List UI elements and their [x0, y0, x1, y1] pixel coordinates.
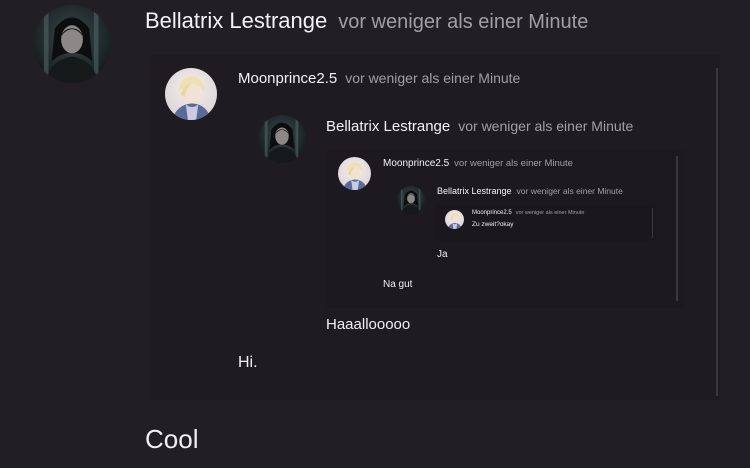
quote-timestamp: vor weniger als einer Minute [345, 70, 521, 86]
quote-border [676, 156, 678, 301]
quote-author-name[interactable]: Moonprince2.5 [472, 210, 512, 216]
blonde-portrait-avatar-icon [445, 210, 464, 229]
quote-timestamp: vor weniger als einer Minute [515, 210, 585, 216]
quote-header: Moonprince2.5 vor weniger als einer Minu… [472, 210, 585, 219]
dark-haired-portrait-avatar-icon [33, 5, 111, 83]
quote-header: Moonprince2.5 vor weniger als einer Minu… [383, 158, 573, 172]
dark-haired-portrait-avatar-icon [258, 115, 306, 163]
post-header: Bellatrix Lestrange vor weniger als eine… [145, 8, 588, 38]
quote-message: Na gut [383, 279, 413, 290]
quote-author-avatar[interactable] [165, 68, 217, 120]
quote-author-avatar[interactable] [258, 115, 306, 163]
quote-header: Moonprince2.5 vor weniger als einer Minu… [238, 70, 520, 90]
quote-author-name[interactable]: Moonprince2.5 [238, 70, 337, 87]
quote-author-avatar[interactable] [338, 157, 371, 190]
quote-message: Zu zweit?okay [472, 221, 514, 228]
author-name[interactable]: Bellatrix Lestrange [145, 8, 327, 34]
dark-haired-portrait-avatar-icon [397, 186, 425, 214]
blonde-portrait-avatar-icon [338, 157, 371, 190]
post-timestamp: vor weniger als einer Minute [338, 11, 589, 33]
quote-timestamp: vor weniger als einer Minute [458, 118, 634, 134]
blonde-portrait-avatar-icon [165, 68, 217, 120]
quote-timestamp: vor weniger als einer Minute [454, 158, 573, 169]
quote-author-name[interactable]: Bellatrix Lestrange [326, 118, 450, 135]
quote-header: Bellatrix Lestrange vor weniger als eine… [326, 118, 633, 138]
quote-author-name[interactable]: Moonprince2.5 [383, 158, 449, 169]
quote-border [716, 68, 718, 396]
quote-message: Haaallooooo [326, 316, 411, 333]
quote-timestamp: vor weniger als einer Minute [516, 186, 623, 196]
quote-header: Bellatrix Lestrange vor weniger als eine… [437, 186, 623, 199]
author-avatar[interactable] [33, 5, 111, 83]
post-message: Cool [145, 424, 199, 454]
quote-author-avatar[interactable] [445, 210, 464, 229]
quote-author-avatar[interactable] [397, 186, 425, 214]
quote-message: Hi. [238, 354, 258, 371]
quote-border [652, 208, 653, 238]
quote-message: Ja [437, 249, 448, 260]
quote-author-name[interactable]: Bellatrix Lestrange [437, 186, 512, 196]
